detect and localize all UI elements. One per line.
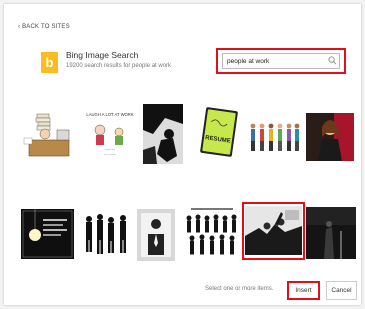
silhouette-bw-image xyxy=(143,104,183,164)
silhouettes-image xyxy=(82,205,132,261)
bing-logo: b xyxy=(41,52,58,73)
svg-text:~~ ~~~~: ~~ ~~~~ xyxy=(104,153,116,157)
dark-bulb-image xyxy=(21,209,74,259)
provider-title: Bing Image Search xyxy=(66,50,139,60)
search-highlight xyxy=(216,48,346,74)
woman-red-image xyxy=(306,113,354,161)
result-summary: 19200 search results for people at work xyxy=(66,63,172,69)
comic-sign-caption: LAUGH A LOT AT WORK xyxy=(86,112,133,117)
search-input[interactable] xyxy=(222,53,340,69)
bing-logo-letter: b xyxy=(45,55,54,70)
thumbnail-comic-sign[interactable]: LAUGH A LOT AT WORK ~~~ ~~ ~~ ~~~~ xyxy=(86,108,134,160)
insert-button[interactable]: Insert xyxy=(287,281,320,300)
cancel-button[interactable]: Cancel xyxy=(326,281,357,300)
search-icon[interactable] xyxy=(328,56,337,65)
crowd-silhouettes-image xyxy=(183,206,241,262)
thumbnail-people-row[interactable] xyxy=(248,117,300,157)
man-icon-image xyxy=(137,209,175,261)
svg-text:~~~ ~~: ~~~ ~~ xyxy=(105,148,115,152)
office-photo-image xyxy=(245,206,302,255)
green-resume-image: RESUME xyxy=(196,103,242,161)
thumbnail-green-resume[interactable]: RESUME xyxy=(196,103,242,161)
thumbnail-office-photo[interactable] xyxy=(245,206,302,255)
thumbnail-woman-red[interactable] xyxy=(306,113,354,161)
back-to-sites-link[interactable]: ‹ BACK TO SITES xyxy=(18,24,70,30)
thumbnail-silhouette-bw[interactable] xyxy=(143,104,183,164)
thumbnail-man-icon[interactable] xyxy=(137,209,175,261)
thumbnail-dark-stage[interactable] xyxy=(306,207,356,259)
thumbnail-cartoon-desk[interactable] xyxy=(21,108,77,158)
dark-stage-image xyxy=(306,207,356,259)
people-row-image xyxy=(248,117,300,157)
thumbnail-dark-bulb[interactable] xyxy=(21,209,74,259)
comic-sign-image: LAUGH A LOT AT WORK ~~~ ~~ ~~ ~~~~ xyxy=(86,108,134,160)
thumbnail-silhouettes[interactable] xyxy=(82,205,132,261)
thumbnail-crowd-silhouettes[interactable] xyxy=(183,206,241,262)
cartoon-desk-image xyxy=(21,108,77,158)
selection-hint: Select one or more items. xyxy=(205,286,274,292)
